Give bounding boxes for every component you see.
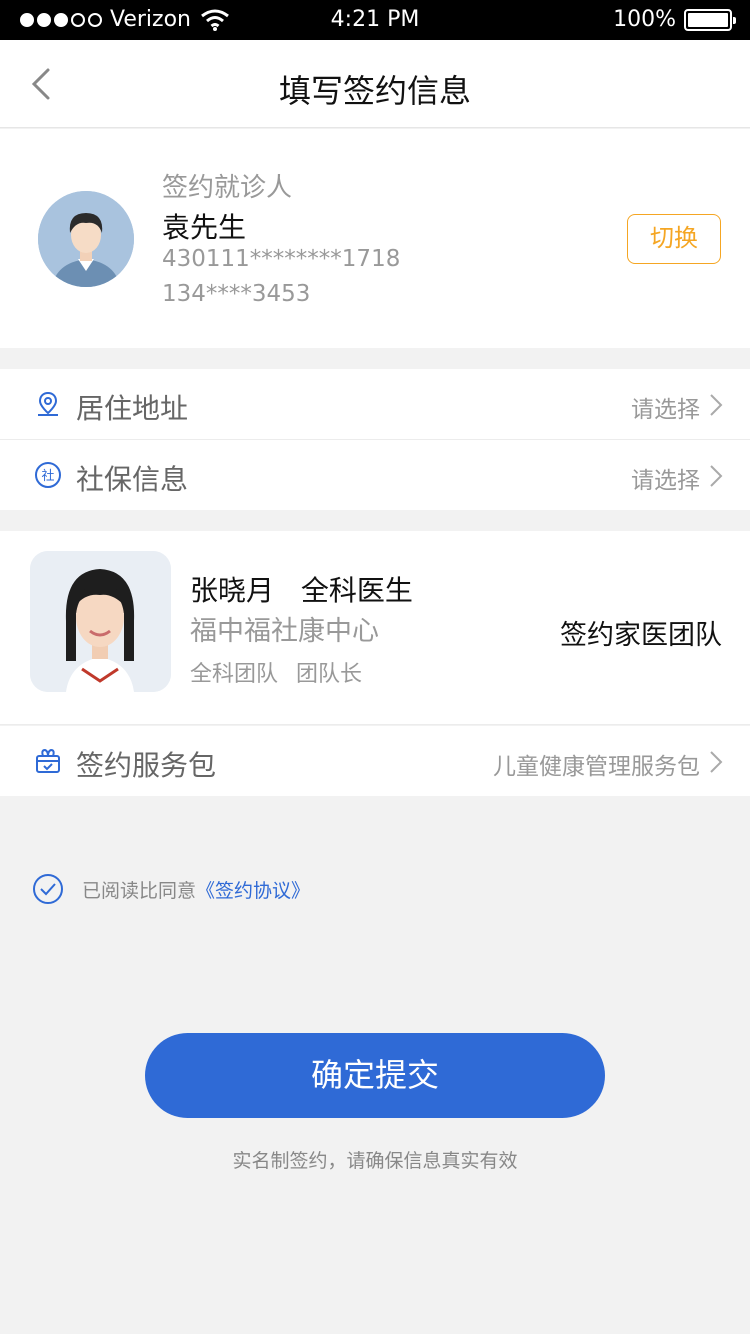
patient-phone: 134****3453 <box>162 281 311 307</box>
submit-button[interactable]: 确定提交 <box>145 1033 605 1118</box>
address-label: 居住地址 <box>76 392 189 425</box>
location-pin-icon <box>38 391 58 416</box>
submit-note: 实名制签约，请确保信息真实有效 <box>232 1150 518 1172</box>
switch-patient-button[interactable]: 切换 <box>627 214 721 264</box>
battery-icon <box>684 8 736 31</box>
nav-bar: 填写签约信息 <box>0 40 750 128</box>
social-security-value: 请选择 <box>631 468 700 494</box>
agreement-link[interactable]: 《签约协议》 <box>196 876 310 903</box>
doctor-card[interactable]: 张晓月 全科医生 福中福社康中心 全科团队 团队长 签约家医团队 <box>0 531 750 724</box>
page-title: 填写签约信息 <box>278 72 471 110</box>
chevron-right-icon <box>710 465 723 487</box>
chevron-right-icon <box>710 751 723 773</box>
service-package-label: 签约服务包 <box>76 749 217 782</box>
address-row[interactable]: 居住地址 请选择 <box>0 369 750 439</box>
svg-text:社: 社 <box>41 468 54 484</box>
agreement-row: 已阅读比同意 《签约协议》 <box>32 873 310 905</box>
service-package-value: 儿童健康管理服务包 <box>493 754 700 780</box>
gift-box-icon <box>36 748 60 773</box>
divider <box>0 724 750 725</box>
avatar <box>38 191 134 287</box>
battery-percent: 100% <box>613 7 676 32</box>
agreement-text: 已阅读比同意 <box>82 879 197 902</box>
social-security-row[interactable]: 社 社保信息 请选择 <box>0 440 750 510</box>
address-value: 请选择 <box>631 397 700 423</box>
service-package-row[interactable]: 签约服务包 儿童健康管理服务包 <box>0 726 750 796</box>
doctor-title: 全科医生 <box>300 574 413 607</box>
doctor-portrait-icon <box>30 551 171 692</box>
chevron-right-icon <box>710 394 723 416</box>
patient-label: 签约就诊人 <box>162 173 293 203</box>
social-security-icon: 社 <box>35 462 61 488</box>
doctor-name-line: 张晓月 全科医生 <box>190 569 413 609</box>
doctor-center: 福中福社康中心 <box>190 616 379 647</box>
doctor-name: 张晓月 <box>190 574 275 607</box>
doctor-team-label: 签约家医团队 <box>560 620 722 651</box>
doctor-team-line: 全科团队 团队长 <box>190 656 362 688</box>
doctor-photo <box>30 551 171 692</box>
battery-group: 100% <box>613 7 736 32</box>
social-security-label: 社保信息 <box>76 463 189 496</box>
patient-card: 签约就诊人 袁先生 430111********1718 134****3453… <box>0 129 750 348</box>
doctor-role: 团队长 <box>296 662 363 687</box>
doctor-team: 全科团队 <box>190 662 279 687</box>
user-avatar-icon <box>38 191 134 287</box>
status-bar: Verizon 4:21 PM 100% <box>0 0 750 40</box>
patient-id-number: 430111********1718 <box>162 246 401 272</box>
check-circle-icon[interactable] <box>32 873 64 905</box>
patient-name: 袁先生 <box>162 211 247 244</box>
